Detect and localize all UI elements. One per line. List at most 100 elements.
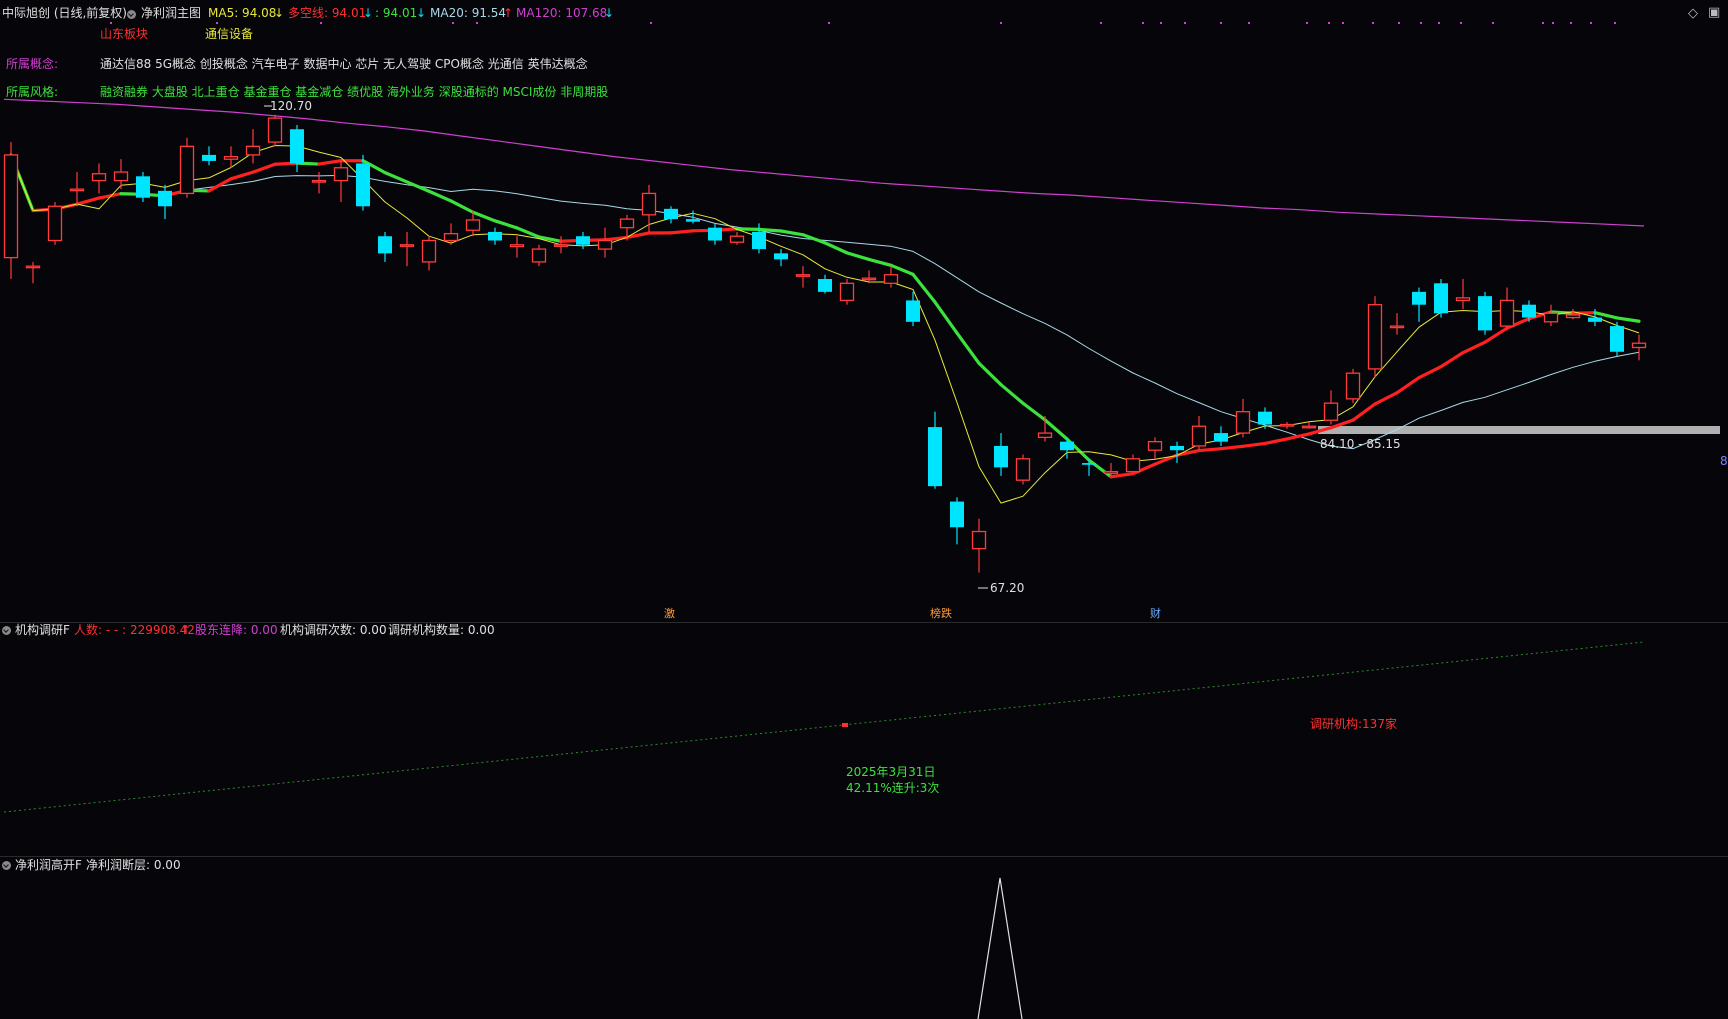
panel3-title[interactable]: 净利润高开F (15, 858, 82, 872)
candle-body-22 (488, 231, 502, 241)
candle-body-1 (25, 265, 41, 269)
candle-body-7 (158, 190, 172, 207)
top-marker-20 (1438, 22, 1440, 24)
top-marker-17 (1372, 22, 1374, 24)
candle-body-64 (1412, 291, 1426, 305)
ma10-segment-74 (1615, 316, 1641, 323)
ma120-line (3, 98, 1645, 227)
ma10-segment-21 (449, 199, 475, 214)
ma10-segment-63 (1373, 391, 1399, 406)
candle-body-8 (179, 145, 195, 195)
ma10-segment-73 (1593, 311, 1619, 320)
panel2-note-date: 2025年3月31日 (846, 765, 936, 779)
ma10-segment-67 (1461, 340, 1487, 355)
panel2-trend-line (3, 641, 1645, 813)
candle-body-13 (290, 129, 304, 164)
top-marker-16 (1342, 22, 1344, 24)
top-marker-9 (1142, 22, 1144, 24)
candle-body-43 (950, 501, 964, 528)
candle-body-27 (597, 239, 613, 250)
candle-body-67 (1478, 296, 1492, 331)
candle-body-21 (465, 219, 481, 231)
candle-body-46 (1015, 458, 1031, 481)
ma10-segment-12 (251, 162, 277, 174)
candle-body-17 (378, 236, 392, 254)
panel2-title[interactable]: 机构调研F (15, 623, 70, 637)
candle-body-36 (795, 274, 811, 277)
ma10-segment-40 (867, 257, 893, 267)
candle-body-66 (1455, 297, 1471, 302)
candle-body-38 (839, 282, 855, 302)
candle-body-19 (421, 239, 437, 263)
top-marker-22 (1492, 22, 1494, 24)
panel2-renshu-arrow-icon: ↑ (181, 623, 192, 637)
top-marker-14 (1306, 22, 1308, 24)
event-mark-bangdie[interactable]: 榜跌 (928, 607, 954, 620)
event-mark-ji[interactable]: 激 (662, 607, 677, 620)
candle-body-42 (928, 427, 942, 487)
panel2-renshu: 人数: - - : 229908.42 (74, 623, 195, 637)
candle-body-40 (883, 274, 899, 284)
candle-body-70 (1543, 312, 1559, 323)
candle-body-35 (774, 253, 788, 260)
top-marker-25 (1570, 22, 1572, 24)
candle-body-28 (619, 218, 635, 229)
event-mark-cai[interactable]: 财 (1148, 607, 1163, 620)
candlestick-chart[interactable] (0, 0, 1728, 1019)
top-marker-6 (828, 22, 830, 24)
candle-body-65 (1434, 283, 1448, 314)
price-range-label: 84.10 - 85.15 (1320, 437, 1401, 451)
candle-body-30 (664, 208, 678, 220)
candle-body-34 (752, 231, 766, 250)
ma10-segment-46 (999, 383, 1025, 405)
panel3-toggle-icon[interactable] (2, 861, 11, 870)
ma10-segment-56 (1219, 444, 1245, 451)
candle-body-72 (1588, 317, 1602, 322)
top-marker-0 (110, 22, 112, 24)
candle-body-48 (1060, 441, 1074, 451)
candle-body-53 (1170, 445, 1184, 451)
candle-body-33 (729, 235, 745, 243)
candle-body-31 (686, 219, 700, 222)
panel2-toggle-icon[interactable] (2, 626, 11, 635)
candle-body-20 (443, 233, 459, 242)
candle-body-16 (356, 163, 370, 207)
top-marker-26 (1590, 22, 1592, 24)
ma10-segment-39 (845, 251, 871, 262)
candle-body-23 (509, 244, 525, 248)
candle-body-51 (1125, 458, 1141, 473)
ma10-segment-23 (493, 219, 519, 230)
ma10-segment-43 (933, 300, 959, 335)
ma10-segment-41 (889, 263, 915, 276)
top-marker-11 (1184, 22, 1186, 24)
panel2-jigou-shuliang: 调研机构数量: 0.00 (388, 623, 495, 637)
ma10-segment-38 (823, 241, 849, 255)
ma10-segment-47 (1021, 401, 1047, 422)
ma10-segment-35 (757, 227, 783, 233)
candle-body-59 (1301, 425, 1317, 429)
top-marker-23 (1542, 22, 1544, 24)
candle-body-68 (1499, 299, 1515, 327)
candle-body-56 (1235, 411, 1251, 434)
low-price-label: 67.20 (990, 581, 1025, 595)
ma20-line (10, 154, 1640, 450)
ma10-segment-36 (779, 229, 805, 237)
ma10-segment-62 (1351, 402, 1377, 422)
top-marker-13 (1248, 22, 1250, 24)
candle-body-63 (1389, 325, 1405, 329)
panel3-spike (977, 877, 1023, 1019)
candle-body-10 (223, 155, 239, 160)
top-marker-10 (1160, 22, 1162, 24)
candle-body-50 (1103, 470, 1119, 474)
candle-body-26 (576, 236, 590, 245)
top-marker-8 (1100, 22, 1102, 24)
candle-body-69 (1522, 304, 1536, 318)
top-marker-18 (1398, 22, 1400, 24)
ma10-segment-45 (977, 361, 1003, 387)
panel2-research-count: 调研机构:137家 (1310, 717, 1397, 731)
candle-body-71 (1565, 314, 1581, 319)
top-marker-12 (1220, 22, 1222, 24)
ma10-segment-57 (1241, 441, 1267, 448)
top-marker-3 (452, 22, 454, 24)
candle-body-5 (113, 171, 129, 182)
